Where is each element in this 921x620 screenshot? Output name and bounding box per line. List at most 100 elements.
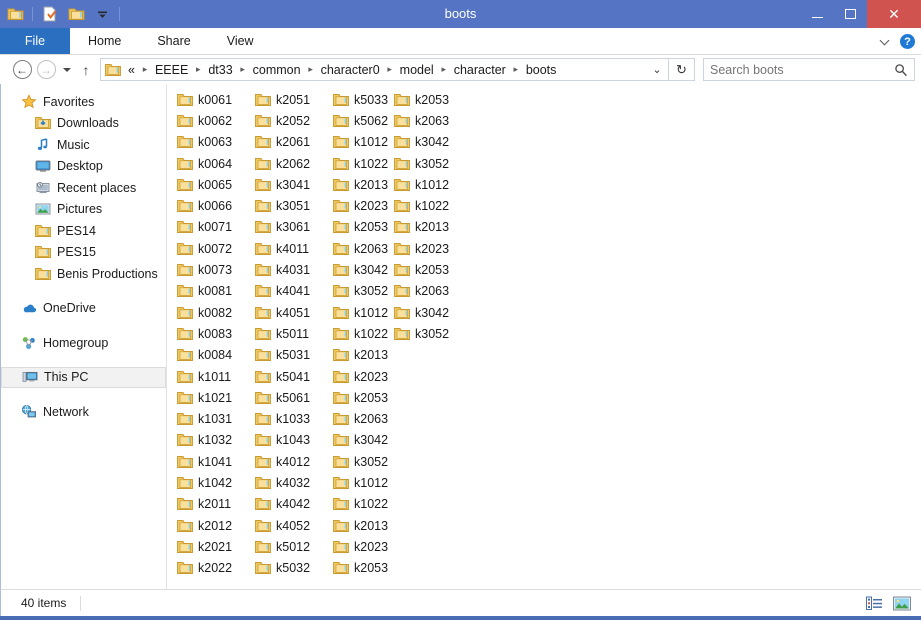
sidebar-item-pes14[interactable]: PES14 (1, 220, 166, 242)
large-icons-view-button[interactable] (892, 595, 911, 612)
recent-locations-button[interactable] (58, 58, 76, 82)
list-item[interactable]: k5032 (255, 558, 333, 579)
list-item[interactable]: k2051 (255, 89, 333, 110)
close-button[interactable]: ✕ (867, 0, 921, 28)
sidebar-item-desktop[interactable]: Desktop (1, 156, 166, 178)
list-item[interactable]: k1011 (177, 366, 255, 387)
chevron-down-icon[interactable] (881, 37, 890, 46)
list-item[interactable]: k5011 (255, 323, 333, 344)
tab-view[interactable]: View (209, 28, 272, 54)
list-item[interactable]: k2023 (394, 238, 472, 259)
breadcrumb-item-character0[interactable]: character0 (317, 63, 384, 77)
list-item[interactable]: k0071 (177, 217, 255, 238)
sidebar-item-music[interactable]: Music (1, 134, 166, 156)
list-item[interactable]: k1041 (177, 451, 255, 472)
list-item[interactable]: k2053 (333, 558, 411, 579)
list-item[interactable]: k3052 (394, 323, 472, 344)
list-item[interactable]: k3052 (394, 153, 472, 174)
search-box[interactable] (703, 58, 915, 81)
up-button[interactable]: ↑ (76, 58, 96, 82)
list-item[interactable]: k2011 (177, 494, 255, 515)
list-item[interactable]: k4031 (255, 259, 333, 280)
list-item[interactable]: k5061 (255, 387, 333, 408)
list-item[interactable]: k2013 (394, 217, 472, 238)
list-item[interactable]: k2013 (333, 345, 411, 366)
navigation-pane[interactable]: Favorites Downloads Music Desktop Recent… (1, 84, 167, 589)
list-item[interactable]: k4041 (255, 281, 333, 302)
search-input[interactable] (710, 62, 894, 77)
list-item[interactable]: k1021 (177, 387, 255, 408)
forward-button[interactable]: → (34, 58, 58, 82)
list-item[interactable]: k3051 (255, 195, 333, 216)
list-item[interactable]: k0072 (177, 238, 255, 259)
list-item[interactable]: k2021 (177, 536, 255, 557)
list-item[interactable]: k2062 (255, 153, 333, 174)
sidebar-item-homegroup[interactable]: Homegroup (1, 332, 166, 354)
list-item[interactable]: k1043 (255, 430, 333, 451)
list-item[interactable]: k1033 (255, 408, 333, 429)
list-item[interactable]: k2063 (394, 110, 472, 131)
details-view-button[interactable] (865, 595, 884, 612)
list-item[interactable]: k4012 (255, 451, 333, 472)
list-item[interactable]: k4051 (255, 302, 333, 323)
list-item[interactable]: k3041 (255, 174, 333, 195)
breadcrumb-separator[interactable]: ▸ (384, 64, 396, 75)
list-item[interactable]: k0083 (177, 323, 255, 344)
list-item[interactable]: k5012 (255, 536, 333, 557)
list-item[interactable]: k0082 (177, 302, 255, 323)
list-item[interactable]: k0062 (177, 110, 255, 131)
list-item[interactable]: k2023 (333, 536, 411, 557)
list-item[interactable]: k0065 (177, 174, 255, 195)
tab-home[interactable]: Home (70, 28, 139, 54)
file-list-view[interactable]: k0061 k0062 k0063 k0064 k0065 k0066 k007… (167, 84, 921, 589)
breadcrumb-item-model[interactable]: model (396, 63, 438, 77)
breadcrumb-item-dt33[interactable]: dt33 (204, 63, 236, 77)
list-item[interactable]: k3052 (333, 451, 411, 472)
list-item[interactable]: k1022 (394, 195, 472, 216)
list-item[interactable]: k2053 (333, 387, 411, 408)
list-item[interactable]: k3042 (394, 132, 472, 153)
list-item[interactable]: k1031 (177, 408, 255, 429)
sidebar-item-benis-productions[interactable]: Benis Productions (1, 263, 166, 285)
list-item[interactable]: k1012 (394, 174, 472, 195)
list-item[interactable]: k5031 (255, 345, 333, 366)
sidebar-item-pictures[interactable]: Pictures (1, 199, 166, 221)
sidebar-item-favorites[interactable]: Favorites (1, 91, 166, 113)
list-item[interactable]: k0066 (177, 195, 255, 216)
breadcrumb-overflow[interactable]: « (124, 63, 139, 77)
list-item[interactable]: k1042 (177, 472, 255, 493)
list-item[interactable]: k2013 (333, 515, 411, 536)
sidebar-item-downloads[interactable]: Downloads (1, 113, 166, 135)
sidebar-item-this-pc[interactable]: This PC (1, 366, 166, 388)
tab-share[interactable]: Share (139, 28, 208, 54)
list-item[interactable]: k1022 (333, 494, 411, 515)
list-item[interactable]: k5041 (255, 366, 333, 387)
maximize-button[interactable] (834, 0, 867, 28)
breadcrumb-item-boots[interactable]: boots (522, 63, 561, 77)
list-item[interactable]: k2063 (394, 281, 472, 302)
breadcrumb-separator[interactable]: ▸ (237, 64, 249, 75)
list-item[interactable]: k2012 (177, 515, 255, 536)
list-item[interactable]: k2063 (333, 408, 411, 429)
minimize-button[interactable] (801, 0, 834, 28)
refresh-button[interactable]: ↻ (669, 58, 695, 81)
help-icon[interactable]: ? (900, 34, 915, 49)
list-item[interactable]: k1032 (177, 430, 255, 451)
list-item[interactable]: k0084 (177, 345, 255, 366)
breadcrumb-dropdown-icon[interactable]: ⌄ (646, 59, 668, 80)
list-item[interactable]: k3061 (255, 217, 333, 238)
breadcrumb-separator[interactable]: ▸ (305, 64, 317, 75)
list-item[interactable]: k4011 (255, 238, 333, 259)
list-item[interactable]: k3042 (394, 302, 472, 323)
sidebar-item-onedrive[interactable]: OneDrive (1, 298, 166, 320)
list-item[interactable]: k2053 (394, 259, 472, 280)
breadcrumb-separator[interactable]: ▸ (438, 64, 450, 75)
breadcrumb-separator[interactable]: ▸ (192, 64, 204, 75)
list-item[interactable]: k2022 (177, 558, 255, 579)
breadcrumb-item-common[interactable]: common (249, 63, 305, 77)
back-button[interactable]: ← (10, 58, 34, 82)
breadcrumb[interactable]: « ▸ EEEE ▸ dt33 ▸ common ▸ character0 ▸ … (100, 58, 669, 81)
list-item[interactable]: k4032 (255, 472, 333, 493)
list-item[interactable]: k4042 (255, 494, 333, 515)
list-item[interactable]: k2061 (255, 132, 333, 153)
